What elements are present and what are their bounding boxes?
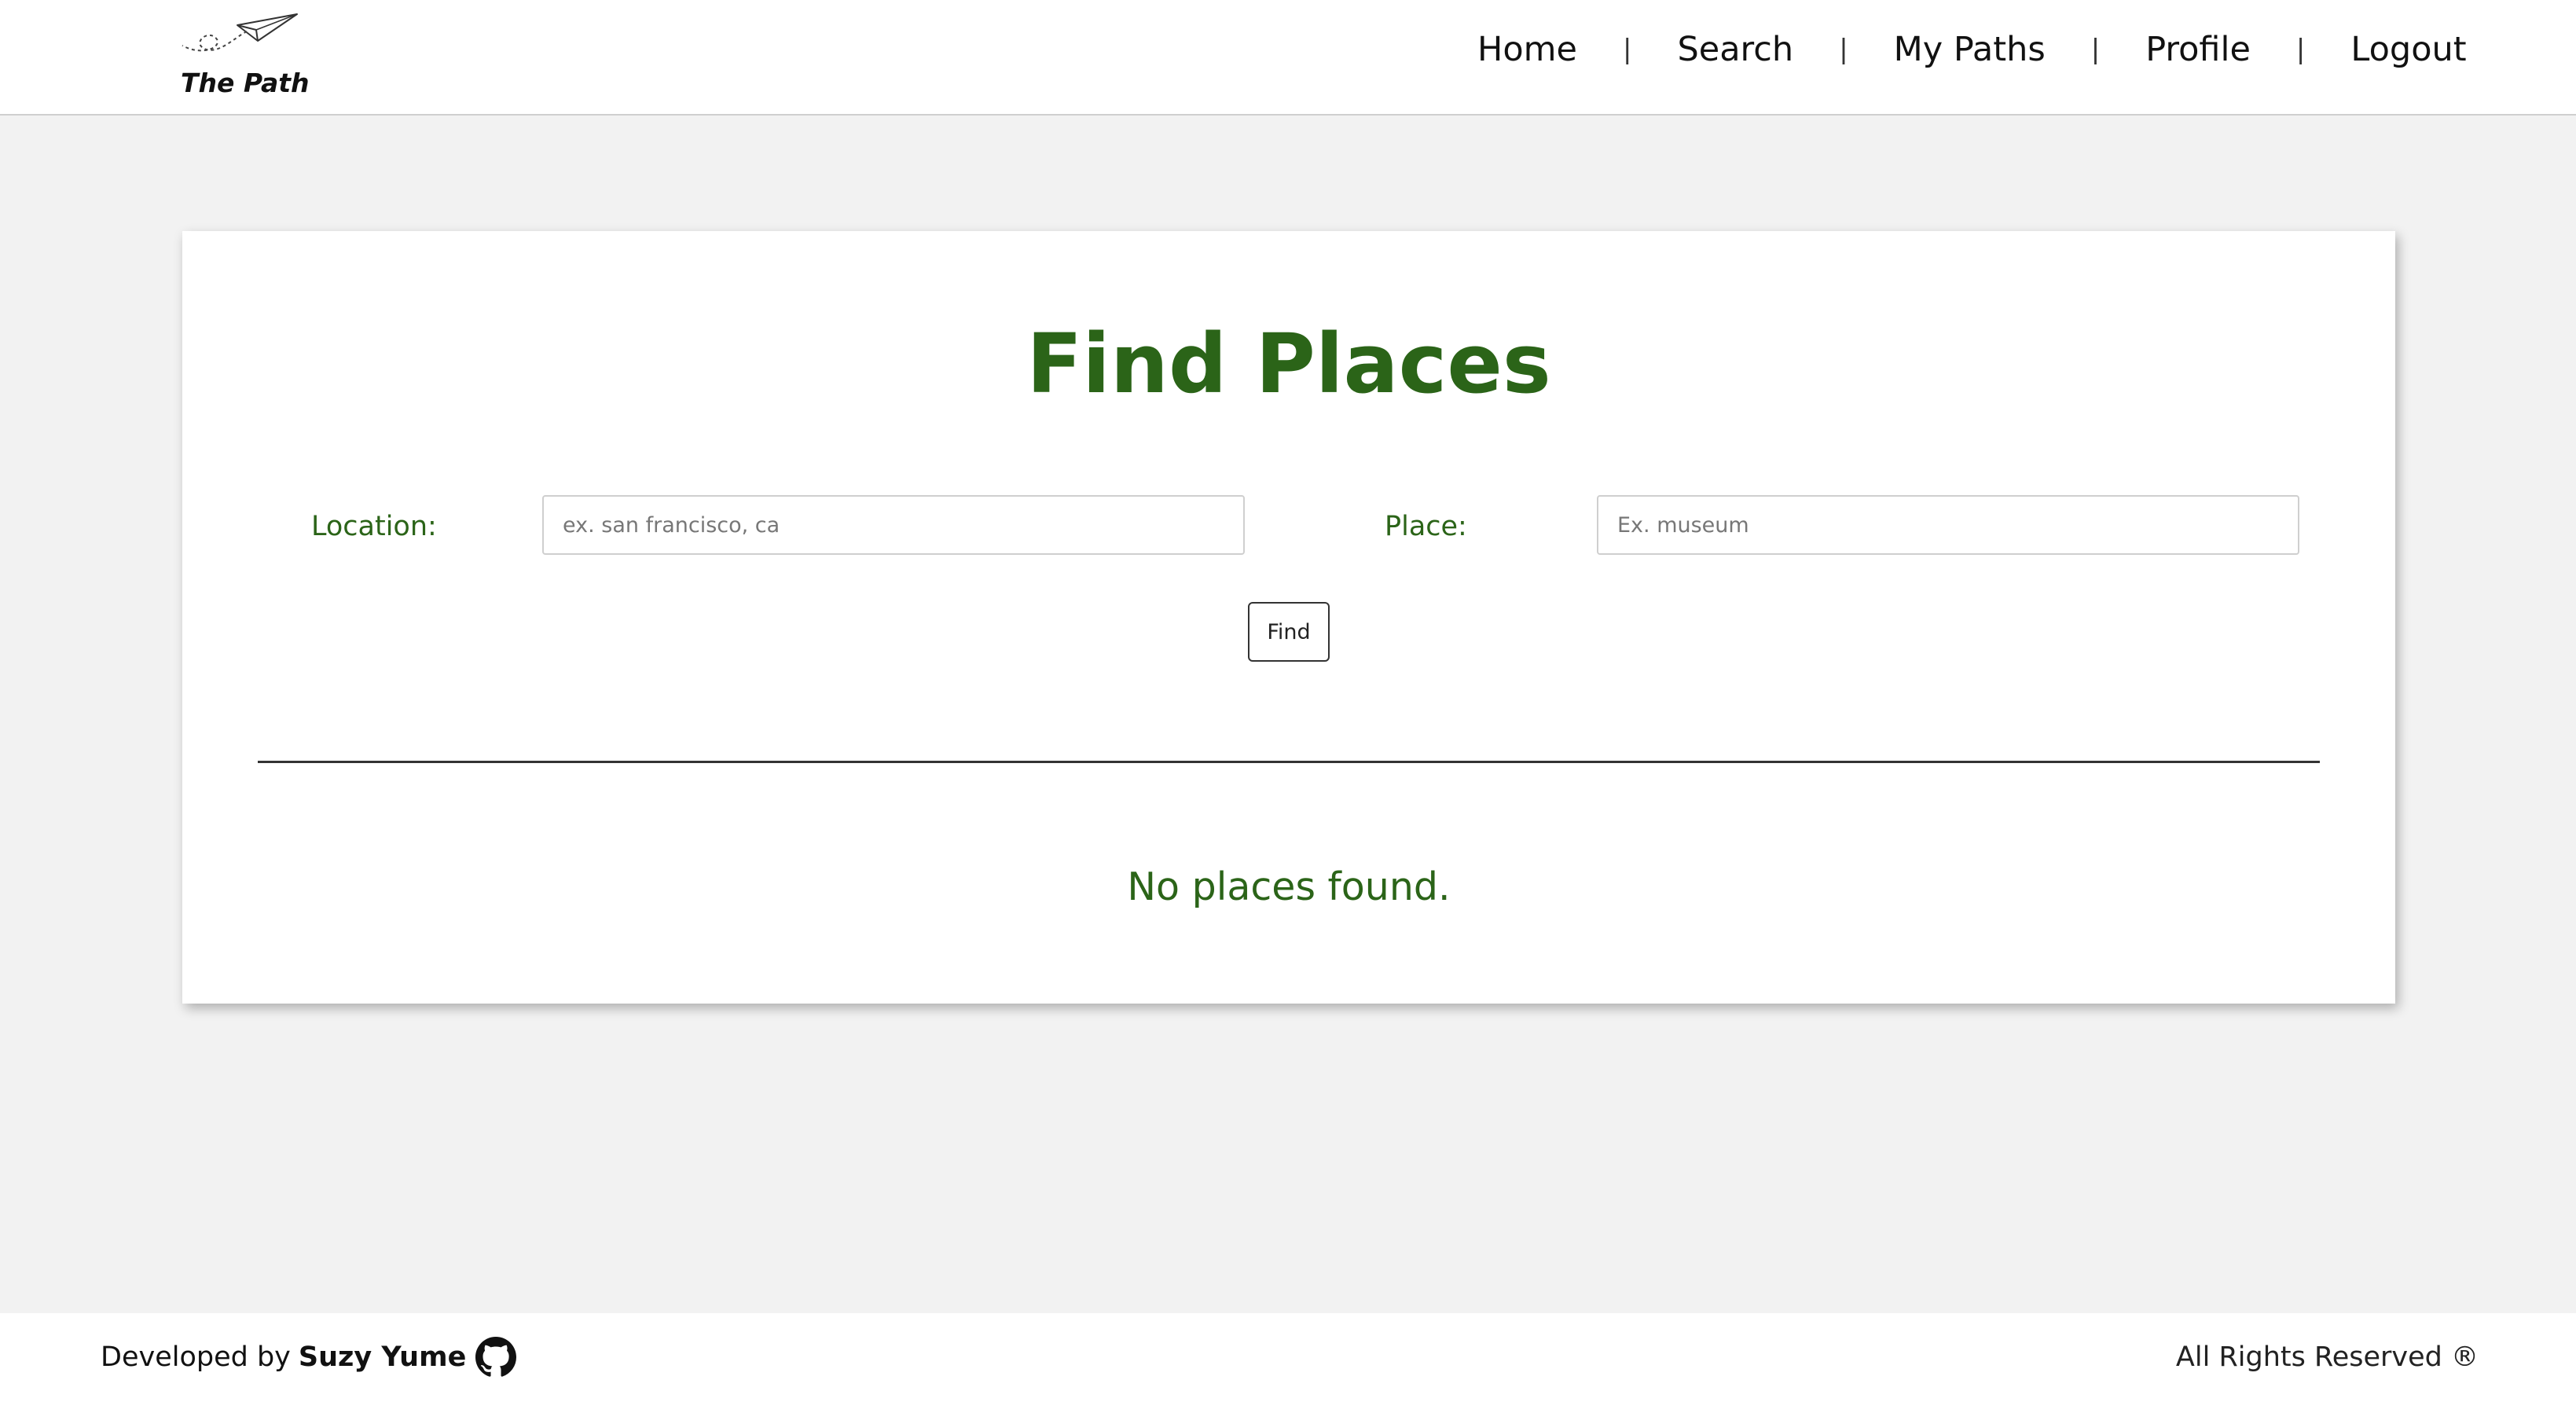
footer-credit: Developed by Suzy Yume <box>101 1337 517 1378</box>
nav-separator: | <box>2090 34 2101 65</box>
author-name[interactable]: Suzy Yume <box>299 1341 466 1373</box>
page-title: Find Places <box>1026 316 1551 412</box>
developed-by-text: Developed by <box>101 1341 291 1373</box>
nav-separator: | <box>1622 34 1632 65</box>
brand-name: The Path <box>181 68 310 98</box>
main-nav: Home | Search | My Paths | Profile | Log… <box>1477 24 2467 75</box>
top-navbar: The Path Home | Search | My Paths | Prof… <box>0 0 2576 116</box>
nav-home[interactable]: Home <box>1477 30 1577 69</box>
nav-separator: | <box>1839 34 1848 65</box>
nav-my-paths[interactable]: My Paths <box>1894 30 2046 69</box>
empty-results-message: No places found. <box>1127 864 1451 909</box>
find-button[interactable]: Find <box>1248 602 1330 662</box>
location-label: Location: <box>311 511 437 542</box>
rights-text: All Rights Reserved ® <box>2175 1341 2479 1373</box>
nav-logout[interactable]: Logout <box>2350 30 2466 69</box>
github-icon[interactable] <box>475 1337 517 1378</box>
page-footer: Developed by Suzy Yume All Rights Reserv… <box>0 1313 2576 1402</box>
nav-separator: | <box>2295 34 2306 65</box>
find-places-card: Find Places Location: Place: Find No pla… <box>182 231 2395 1004</box>
nav-search[interactable]: Search <box>1677 30 1793 69</box>
place-input[interactable] <box>1597 495 2299 555</box>
location-input[interactable] <box>542 495 1245 555</box>
nav-profile[interactable]: Profile <box>2145 30 2251 69</box>
results-divider <box>258 761 2320 763</box>
brand-logo[interactable]: The Path <box>171 8 310 102</box>
place-label: Place: <box>1385 511 1467 542</box>
paper-plane-icon <box>182 13 298 52</box>
